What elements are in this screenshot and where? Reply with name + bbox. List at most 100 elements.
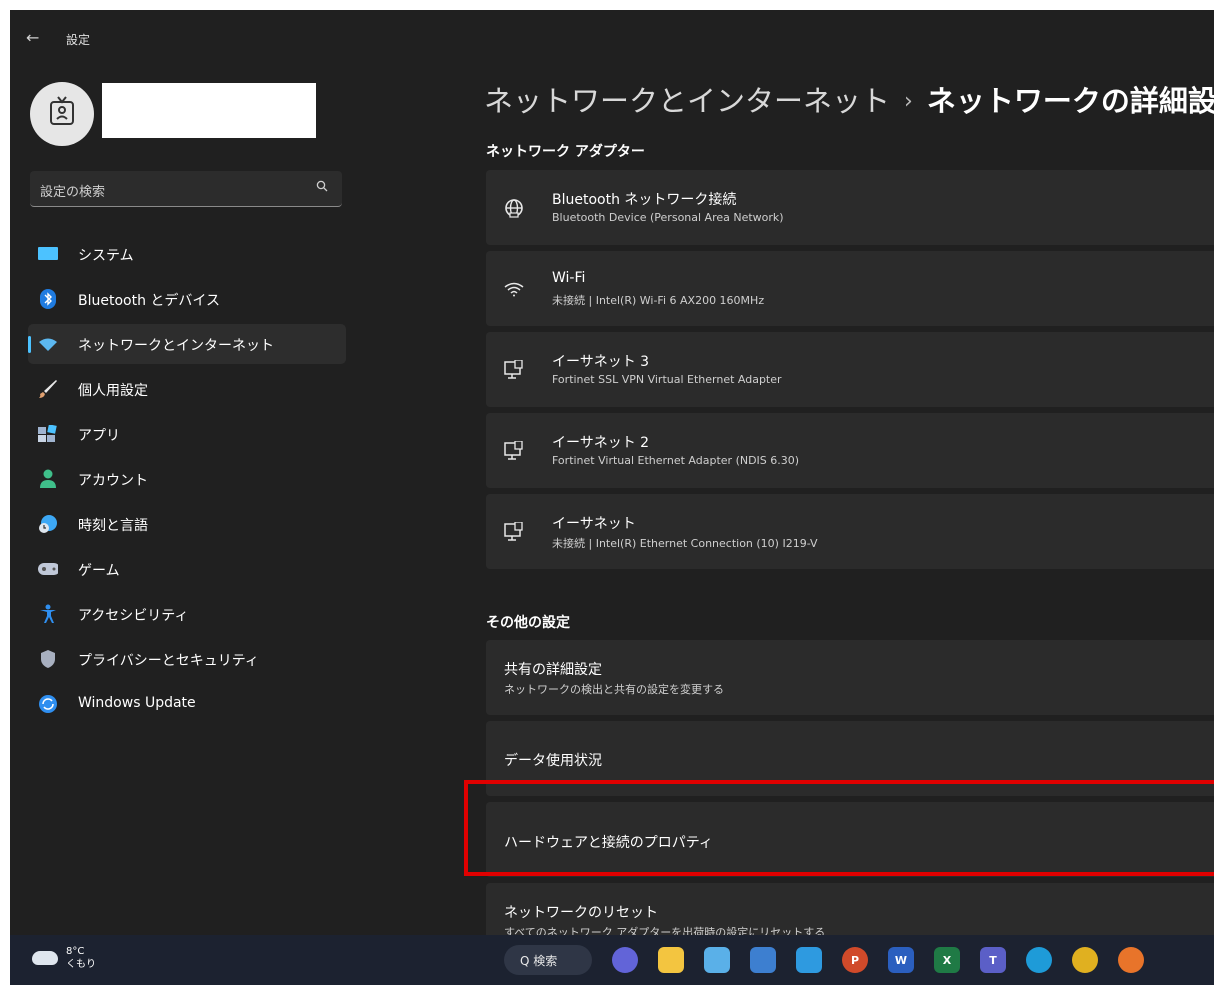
wifi-icon	[38, 334, 58, 354]
monitor-icon	[38, 244, 58, 264]
setting-title: データ使用状況	[504, 753, 602, 769]
adapter-subtitle: Bluetooth Device (Personal Area Network)	[552, 211, 784, 224]
breadcrumb: ネットワークとインターネット › ネットワークの詳細設定	[484, 78, 1214, 120]
sidebar-item-label: アプリ	[78, 428, 120, 444]
setting-advanced-sharing[interactable]: 共有の詳細設定 ネットワークの検出と共有の設定を変更する	[486, 640, 1214, 715]
sidebar-item-label: プライバシーとセキュリティ	[78, 653, 259, 669]
ethernet-icon	[502, 358, 526, 382]
title-bar: ← 設定	[10, 10, 1214, 68]
bluetooth-icon	[38, 289, 58, 309]
sidebar-item-network[interactable]: ネットワークとインターネット	[28, 324, 346, 364]
globe-clock-icon	[38, 514, 58, 534]
sidebar-item-label: ネットワークとインターネット	[78, 338, 274, 354]
weather-text: 8°C くもり	[66, 945, 96, 971]
chrome-icon[interactable]	[1072, 947, 1098, 973]
setting-hardware-properties[interactable]: ハードウェアと接続のプロパティ	[486, 802, 1214, 877]
chat-icon[interactable]	[612, 947, 638, 973]
adapter-card-bluetooth[interactable]: Bluetooth ネットワーク接続 Bluetooth Device (Per…	[486, 170, 1214, 245]
window-title: 設定	[66, 33, 91, 47]
sidebar-item-privacy[interactable]: プライバシーとセキュリティ	[28, 639, 346, 679]
ethernet-icon	[502, 439, 526, 463]
gamepad-icon	[38, 559, 58, 579]
adapter-subtitle: Fortinet SSL VPN Virtual Ethernet Adapte…	[552, 373, 782, 386]
adapter-card-wifi[interactable]: Wi-Fi 未接続 | Intel(R) Wi-Fi 6 AX200 160MH…	[486, 251, 1214, 326]
breadcrumb-separator: ›	[904, 89, 913, 114]
setting-subtitle: ネットワークの検出と共有の設定を変更する	[504, 683, 724, 696]
sidebar-item-label: システム	[78, 248, 134, 264]
adapter-card-ethernet-2[interactable]: イーサネット 2 Fortinet Virtual Ethernet Adapt…	[486, 413, 1214, 488]
word-icon[interactable]: W	[888, 947, 914, 973]
photos-icon[interactable]	[796, 947, 822, 973]
excel-icon[interactable]: X	[934, 947, 960, 973]
search-input[interactable]: 設定の検索	[30, 171, 342, 207]
setting-data-usage[interactable]: データ使用状況	[486, 721, 1214, 796]
file-explorer-icon[interactable]	[658, 947, 684, 973]
sidebar-item-time-language[interactable]: 時刻と言語	[28, 504, 346, 544]
adapter-title: イーサネット	[552, 516, 636, 532]
breadcrumb-parent[interactable]: ネットワークとインターネット	[484, 84, 890, 118]
firefox-icon[interactable]	[1118, 947, 1144, 973]
taskbar-search-button[interactable]: Q 検索	[504, 945, 592, 975]
weather-widget[interactable]: 8°C くもり	[32, 945, 96, 971]
sidebar-nav: システム Bluetooth とデバイス ネットワークとインターネット 個人用設…	[28, 234, 346, 729]
sidebar-item-personalization[interactable]: 個人用設定	[28, 369, 346, 409]
section-title-adapters: ネットワーク アダプター	[486, 144, 645, 160]
teams-icon[interactable]: T	[980, 947, 1006, 973]
adapter-title: Wi-Fi	[552, 270, 586, 286]
sidebar-item-label: アクセシビリティ	[78, 608, 189, 624]
adapter-card-ethernet[interactable]: イーサネット 未接続 | Intel(R) Ethernet Connectio…	[486, 494, 1214, 569]
adapter-title: イーサネット 3	[552, 354, 650, 370]
search-icon	[316, 180, 328, 196]
taskbar-icons: Q 検索 P W X T	[458, 945, 1164, 975]
sidebar-item-label: 個人用設定	[78, 383, 148, 399]
weather-desc: くもり	[66, 959, 96, 970]
sidebar-item-label: ゲーム	[78, 563, 120, 579]
sidebar-item-gaming[interactable]: ゲーム	[28, 549, 346, 589]
search-placeholder: 設定の検索	[40, 185, 106, 200]
adapter-title: Bluetooth ネットワーク接続	[552, 192, 737, 208]
brush-icon	[38, 379, 58, 399]
adapter-subtitle: Fortinet Virtual Ethernet Adapter (NDIS …	[552, 454, 800, 467]
sidebar-item-label: Bluetooth とデバイス	[78, 293, 220, 309]
taskbar: 8°C くもり Q 検索 P W X T	[10, 935, 1214, 985]
edge-icon[interactable]	[1026, 947, 1052, 973]
setting-network-reset[interactable]: ネットワークのリセット すべてのネットワーク アダプターを出荷時の設定にリセット…	[486, 883, 1214, 935]
wifi-icon	[502, 277, 526, 301]
page-title: ネットワークの詳細設定	[926, 84, 1214, 118]
cloud-icon	[32, 951, 58, 965]
setting-title: ネットワークのリセット	[504, 905, 658, 921]
setting-subtitle: すべてのネットワーク アダプターを出荷時の設定にリセットする	[504, 926, 826, 935]
sidebar-item-label: Windows Update	[78, 695, 196, 711]
sidebar-item-bluetooth[interactable]: Bluetooth とデバイス	[28, 279, 346, 319]
adapter-card-ethernet-3[interactable]: イーサネット 3 Fortinet SSL VPN Virtual Ethern…	[486, 332, 1214, 407]
settings-window: ← 設定 設定の検索 システム Bluetooth とデバイス ネットワークとイ…	[10, 10, 1214, 935]
sidebar-item-apps[interactable]: アプリ	[28, 414, 346, 454]
sidebar-item-label: アカウント	[78, 473, 148, 489]
setting-title: ハードウェアと接続のプロパティ	[504, 835, 713, 851]
adapter-title: イーサネット 2	[552, 435, 650, 451]
section-title-other: その他の設定	[486, 615, 570, 631]
adapter-subtitle: 未接続 | Intel(R) Wi-Fi 6 AX200 160MHz	[552, 294, 765, 307]
sidebar-item-system[interactable]: システム	[28, 234, 346, 274]
adapter-subtitle: 未接続 | Intel(R) Ethernet Connection (10) …	[552, 537, 818, 550]
update-icon	[38, 694, 58, 714]
start-icon[interactable]	[458, 947, 484, 973]
apps-icon	[38, 424, 58, 444]
sidebar-item-accounts[interactable]: アカウント	[28, 459, 346, 499]
sidebar-item-label: 時刻と言語	[78, 518, 148, 534]
sidebar-item-windows-update[interactable]: Windows Update	[28, 684, 346, 724]
paint-icon[interactable]	[750, 947, 776, 973]
id-badge-icon	[49, 96, 75, 132]
weather-temp: 8°C	[66, 946, 85, 957]
shield-icon	[38, 649, 58, 669]
account-name-redacted	[102, 83, 316, 138]
avatar[interactable]	[30, 82, 94, 146]
notepad-icon[interactable]	[704, 947, 730, 973]
accessibility-icon	[38, 604, 58, 624]
person-icon	[38, 469, 58, 489]
back-arrow-icon[interactable]: ←	[26, 28, 39, 47]
powerpoint-icon[interactable]: P	[842, 947, 868, 973]
sidebar-item-accessibility[interactable]: アクセシビリティ	[28, 594, 346, 634]
ethernet-icon	[502, 520, 526, 544]
globe-network-icon	[502, 196, 526, 220]
